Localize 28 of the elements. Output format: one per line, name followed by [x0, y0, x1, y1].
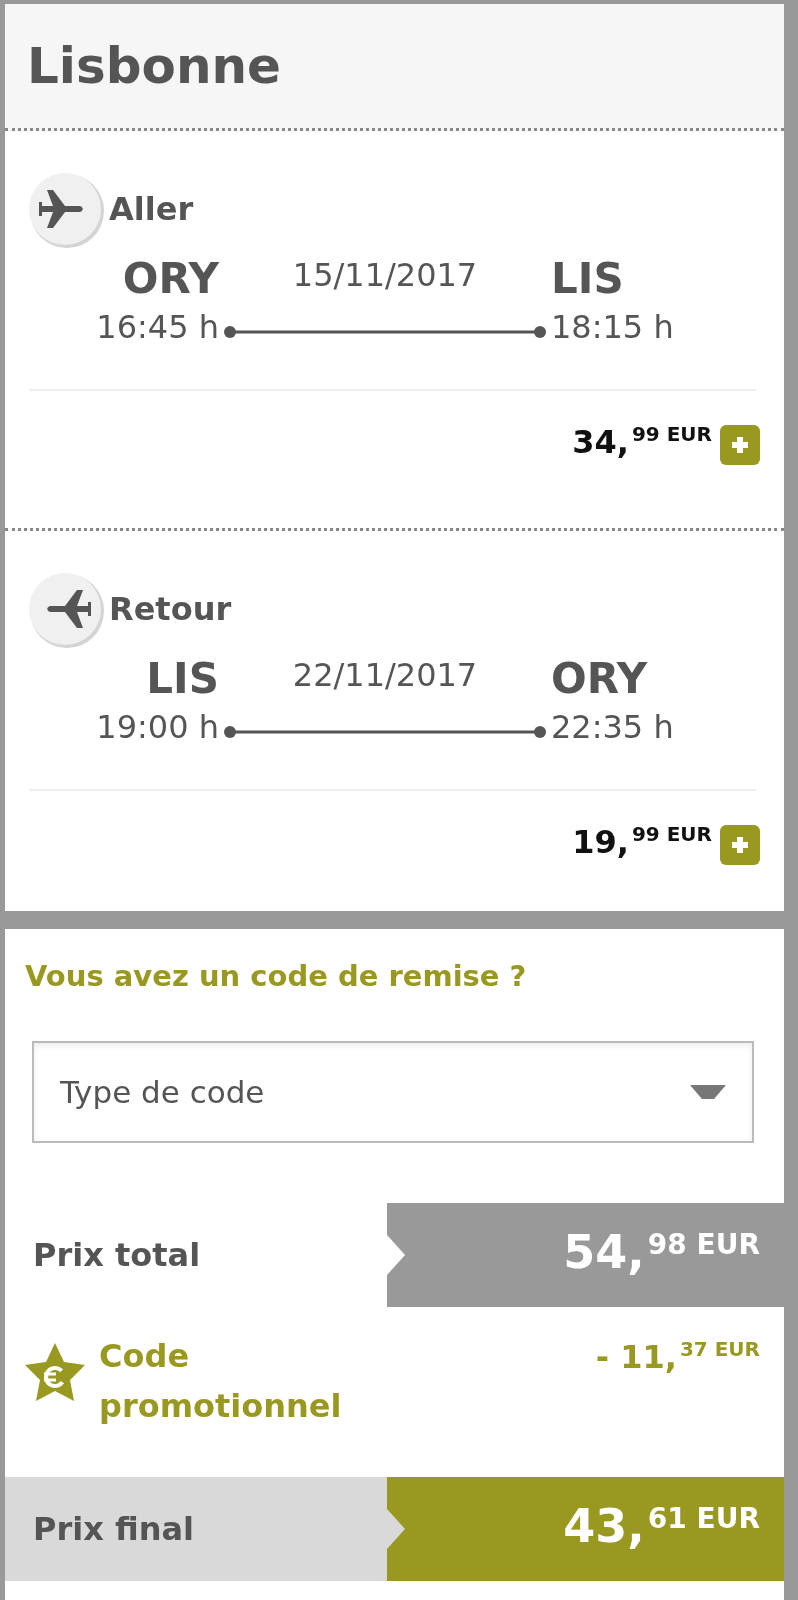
add-button[interactable]	[720, 825, 760, 865]
airport-code: ORY	[551, 653, 648, 705]
plus-icon	[730, 835, 750, 855]
flight-date: 22/11/2017	[292, 655, 478, 696]
plus-icon	[730, 435, 750, 455]
add-button[interactable]	[720, 425, 760, 465]
flight-price: 34,$^{99 EUR}$	[572, 421, 712, 461]
airport-code: LIS	[551, 253, 624, 305]
price-box: 54,$^{98 EUR}$	[387, 1203, 784, 1307]
code-type-select[interactable]: Type de code	[32, 1041, 754, 1143]
price-label: Prix total	[33, 1236, 201, 1274]
arrival-time: 22:35 h	[551, 707, 674, 748]
dropdown-caret-icon	[688, 1082, 728, 1102]
direction-label: Aller	[109, 190, 194, 228]
airport-code: ORY	[122, 253, 219, 305]
discount-question: Vous avez un code de remise ?	[25, 958, 528, 995]
promo-label: Code promotionnel	[99, 1336, 343, 1427]
departure-time: 16:45 h	[96, 307, 219, 348]
destination-title: Lisbonne	[27, 37, 281, 95]
promo-discount: - 11,$^{37 EUR}$	[595, 1337, 760, 1376]
departure-time: 19:00 h	[96, 707, 219, 748]
flight-date: 15/11/2017	[292, 255, 478, 296]
airport-code: LIS	[146, 653, 219, 705]
flight-price: 19,$^{99 EUR}$	[572, 821, 712, 861]
price-box: 43,$^{61 EUR}$	[387, 1477, 784, 1581]
price-label: Prix final	[33, 1510, 195, 1548]
direction-label: Retour	[109, 590, 232, 628]
arrival-time: 18:15 h	[551, 307, 674, 348]
